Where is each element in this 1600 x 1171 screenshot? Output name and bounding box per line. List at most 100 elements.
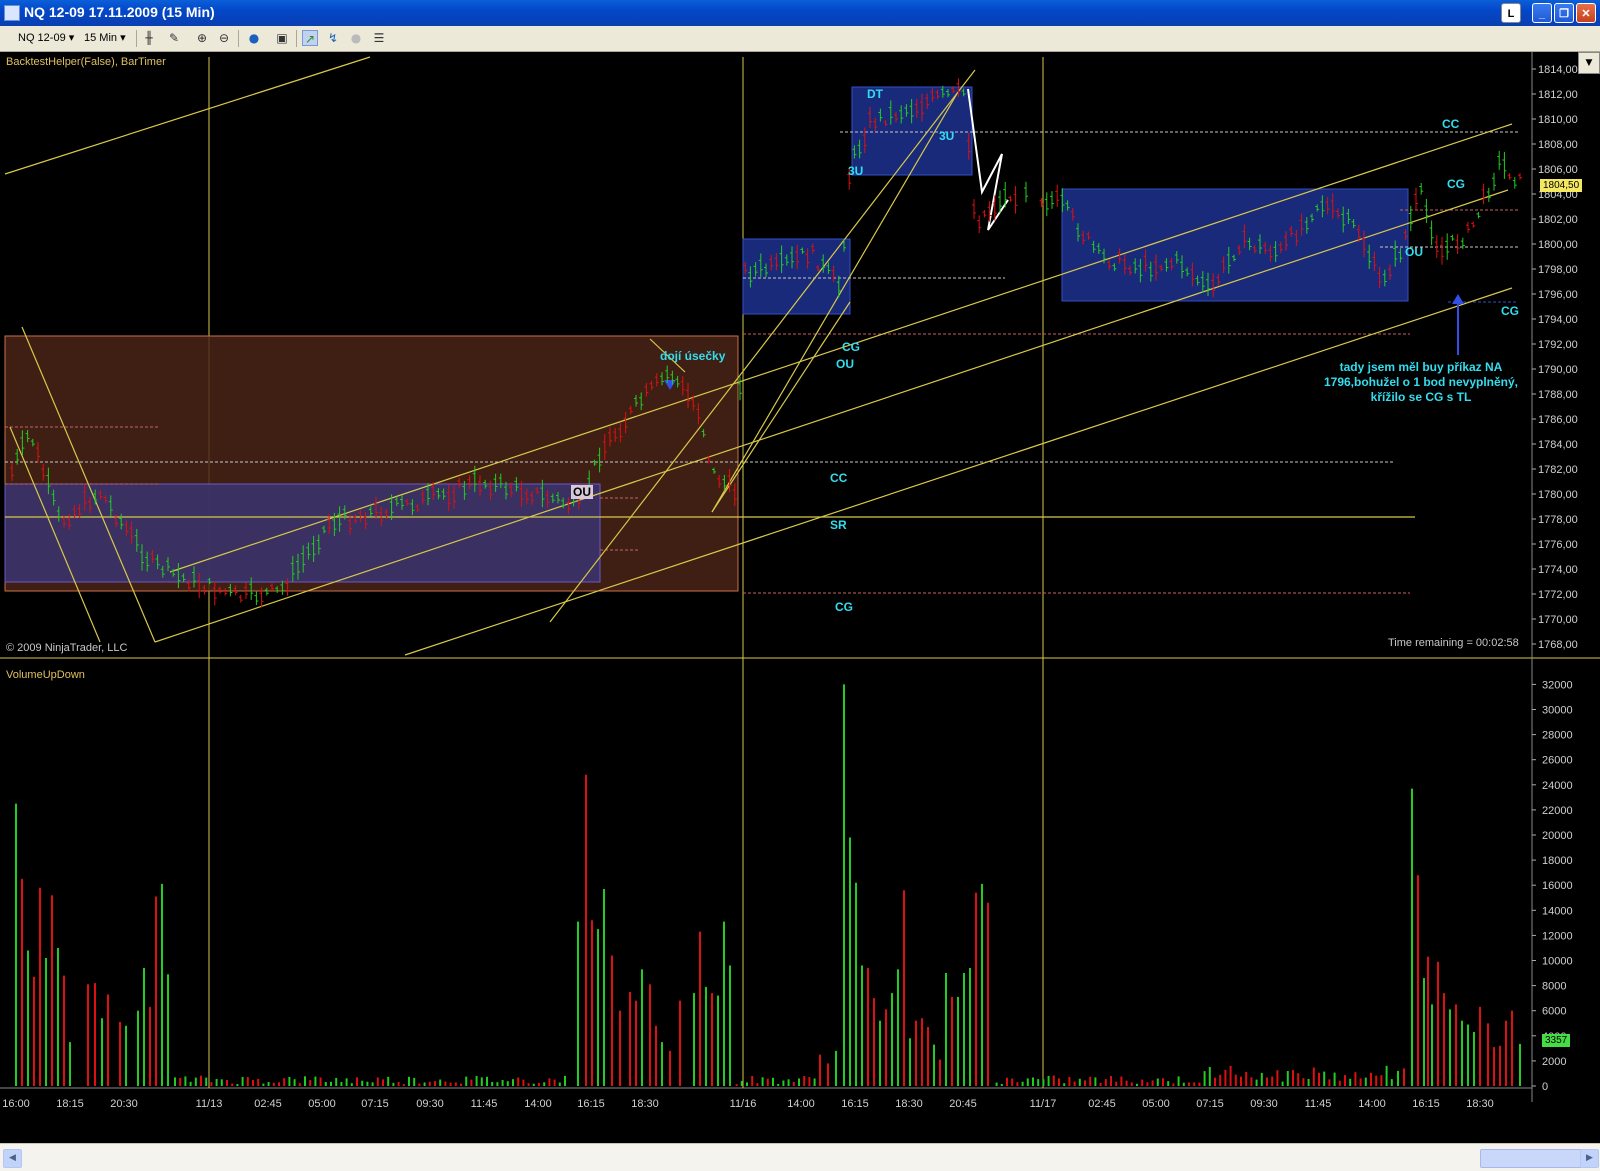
panel-menu-button[interactable]: ▼: [1578, 52, 1600, 74]
scroll-right-button[interactable]: ▶: [1580, 1149, 1599, 1168]
volume-tick-label: 22000: [1542, 805, 1573, 817]
toolbar-separator: [238, 30, 239, 47]
toolbar-separator: [136, 30, 137, 47]
volume-tick-label: 10000: [1542, 956, 1573, 968]
price-tick-label: 1808,00: [1538, 139, 1578, 151]
volume-tick-label: 30000: [1542, 705, 1573, 717]
price-tick-label: 1794,00: [1538, 314, 1578, 326]
price-tick-label: 1814,00: [1538, 64, 1578, 76]
time-axis-label: 14:00: [1358, 1098, 1386, 1110]
bar-chart-type-icon[interactable]: ╫: [141, 30, 157, 46]
minimize-button[interactable]: _: [1532, 3, 1552, 23]
price-tick-label: 1772,00: [1538, 589, 1578, 601]
indicator-icon[interactable]: ↯: [325, 30, 341, 46]
time-axis-label: 11/17: [1030, 1098, 1057, 1110]
zoom-out-icon[interactable]: ⊖: [216, 30, 232, 46]
price-tick-label: 1782,00: [1538, 464, 1578, 476]
link-button[interactable]: L: [1501, 3, 1521, 23]
annotation-dt: DT: [867, 87, 883, 101]
time-axis-label: 18:30: [631, 1098, 659, 1110]
chart-canvas[interactable]: 1814,00 1812,00 1810,00 1808,00 1806,00 1804,…: [0, 52, 1600, 1142]
time-axis-label: 02:45: [1088, 1098, 1116, 1110]
volume-tick-label: 14000: [1542, 905, 1573, 917]
annotation-ou: OU: [836, 357, 854, 371]
globe-icon[interactable]: ●: [246, 30, 262, 46]
volume-tick-label: 32000: [1542, 679, 1573, 691]
volume-tick-label: 24000: [1542, 780, 1573, 792]
note-line: křížilo se CG s TL: [1370, 390, 1472, 404]
annotation-doji: dojí úsečky: [660, 349, 726, 363]
price-tick-label: 1788,00: [1538, 389, 1578, 401]
disabled-circle-icon[interactable]: ●: [348, 30, 364, 46]
window-title: NQ 12-09 17.11.2009 (15 Min): [24, 4, 215, 20]
price-tick-label: 1800,00: [1538, 239, 1578, 251]
annotation-sr: SR: [830, 518, 847, 532]
scroll-left-button[interactable]: ◀: [3, 1149, 22, 1168]
time-axis-label: 20:45: [949, 1098, 977, 1110]
time-axis-label: 18:30: [895, 1098, 923, 1110]
annotation-cg: CG: [842, 340, 860, 354]
annotation-ou-box: OU: [571, 485, 593, 499]
window-titlebar: NQ 12-09 17.11.2009 (15 Min) L _ ❐ ✕: [0, 0, 1600, 26]
close-button[interactable]: ✕: [1576, 3, 1596, 23]
annotation-cg: CG: [835, 600, 853, 614]
volume-tick-label: 16000: [1542, 880, 1573, 892]
time-axis-label: 05:00: [1142, 1098, 1170, 1110]
time-axis-label: 14:00: [524, 1098, 552, 1110]
annotation-cg: CG: [1447, 177, 1465, 191]
data-box-icon[interactable]: ☰: [371, 30, 387, 46]
price-tick-label: 1774,00: [1538, 564, 1578, 576]
time-axis-label: 02:45: [254, 1098, 282, 1110]
interval-label: 15 Min: [84, 32, 118, 44]
last-volume-badge: 3357: [1542, 1034, 1571, 1047]
trendline: [4, 56, 371, 175]
time-axis-label: 16:15: [841, 1098, 869, 1110]
annotation-ou: OU: [1405, 245, 1423, 259]
time-axis-label: 11:45: [471, 1098, 498, 1110]
time-axis-label: 16:15: [1412, 1098, 1440, 1110]
price-tick-label: 1768,00: [1538, 639, 1578, 651]
price-tick-label: 1798,00: [1538, 264, 1578, 276]
drawing-tool-icon[interactable]: ✎: [166, 30, 182, 46]
annotation-cc: CC: [1442, 117, 1460, 131]
copyright-text: © 2009 NinjaTrader, LLC: [6, 642, 128, 654]
annotation-3u: 3U: [939, 129, 955, 143]
zoom-in-icon[interactable]: ⊕: [194, 30, 210, 46]
annotation-cc: CC: [830, 471, 848, 485]
instrument-label: NQ 12-09: [18, 32, 66, 44]
restore-button[interactable]: ❐: [1554, 3, 1574, 23]
volume-tick-label: 8000: [1542, 981, 1566, 993]
strategy-icon[interactable]: ↗: [302, 30, 318, 46]
price-tick-label: 1806,00: [1538, 164, 1578, 176]
time-axis-label: 16:00: [2, 1098, 30, 1110]
instrument-selector[interactable]: NQ 12-09 ▾: [18, 30, 74, 47]
chevron-down-icon: ▾: [120, 32, 126, 44]
price-tick-label: 1776,00: [1538, 539, 1578, 551]
note-line: tady jsem měl buy příkaz NA: [1339, 360, 1503, 374]
volume-tick-label: 20000: [1542, 830, 1573, 842]
price-tick-label: 1802,00: [1538, 214, 1578, 226]
price-tick-label: 1784,00: [1538, 439, 1578, 451]
time-axis-label: 18:15: [56, 1098, 84, 1110]
volume-tick-label: 12000: [1542, 930, 1573, 942]
arrow-up-icon: [1452, 294, 1464, 304]
volume-tick-label: 18000: [1542, 855, 1573, 867]
interval-selector[interactable]: 15 Min ▾: [84, 30, 126, 47]
volume-tick-label: 6000: [1542, 1006, 1566, 1018]
note-line: 1796,bohužel o 1 bod nevyplněný,: [1323, 375, 1519, 389]
scroll-thumb[interactable]: [1480, 1149, 1582, 1168]
time-axis-label: 14:00: [787, 1098, 815, 1110]
time-axis-label: 11/13: [196, 1098, 223, 1110]
annotation-cg: CG: [1501, 304, 1519, 318]
toolbar-separator: [296, 30, 297, 47]
chevron-down-icon: ▾: [68, 32, 75, 44]
volume-tick-label: 0: [1542, 1081, 1548, 1093]
properties-icon[interactable]: ▣: [274, 30, 290, 46]
chart-toolbar: NQ 12-09 ▾ 15 Min ▾ ╫ ✎ ⊕ ⊖ ● ▣ ↗ ↯ ● ☰: [0, 26, 1600, 52]
price-tick-label: 1812,00: [1538, 89, 1578, 101]
range-box-blue: [1061, 188, 1409, 302]
price-tick-label: 1780,00: [1538, 489, 1578, 501]
chart-area[interactable]: 1814,00 1812,00 1810,00 1808,00 1806,00 1804,…: [0, 52, 1600, 1142]
time-axis-label: 07:15: [361, 1098, 389, 1110]
horizontal-scrollbar[interactable]: ◀ ▶: [0, 1143, 1600, 1171]
